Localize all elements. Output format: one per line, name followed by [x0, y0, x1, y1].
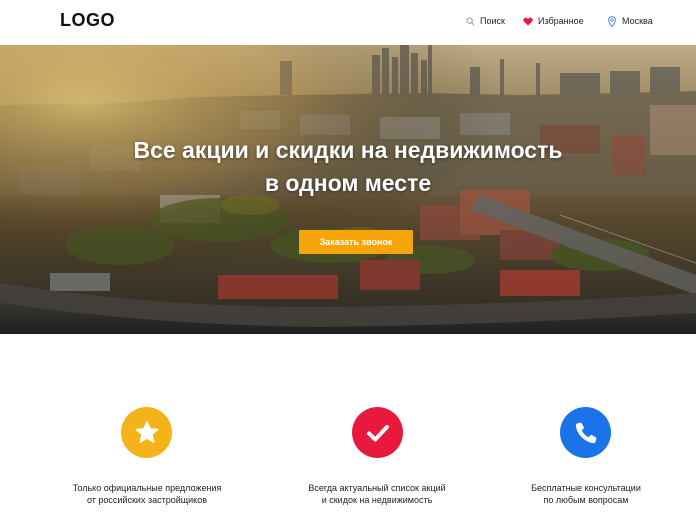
- nav-city-label: Москва: [622, 16, 653, 26]
- feature-caption-line2: и скидок на недвижимость: [321, 495, 433, 505]
- feature-caption: Всегда актуальный список акций и скидок …: [267, 482, 487, 506]
- feature-caption-line2: по любым вопросам: [543, 495, 629, 505]
- nav-search-link[interactable]: Поиск: [464, 14, 505, 28]
- check-icon: [366, 424, 389, 441]
- request-call-button[interactable]: Заказать звонок: [299, 230, 413, 254]
- nav-city-selector[interactable]: Москва: [606, 14, 653, 28]
- features-section: Только официальные предложения от россий…: [0, 334, 696, 517]
- logo[interactable]: LOGO: [60, 10, 115, 31]
- search-icon: [464, 15, 476, 27]
- feature-caption: Только официальные предложения от россий…: [37, 482, 257, 506]
- feature-icon-circle: [121, 407, 172, 458]
- heart-icon: [522, 15, 534, 27]
- nav-favorites-link[interactable]: Избранное: [522, 14, 584, 28]
- feature-icon-circle: [560, 407, 611, 458]
- feature-caption: Бесплатные консультации по любым вопроса…: [476, 482, 696, 506]
- feature-caption-line1: Всегда актуальный список акций: [308, 483, 446, 493]
- feature-caption-line1: Бесплатные консультации: [531, 483, 641, 493]
- phone-icon: [575, 422, 596, 443]
- site-header: LOGO Поиск Избранное Москва: [0, 0, 696, 45]
- feature-caption-line2: от российских застройщиков: [86, 495, 207, 505]
- hero-title-line1: Все акции и скидки на недвижимость: [133, 137, 563, 163]
- hero-title-line2: в одном месте: [264, 170, 432, 196]
- hero-banner: Все акции и скидки на недвижимость в одн…: [0, 45, 696, 334]
- nav-favorites-label: Избранное: [538, 16, 584, 26]
- hero-title: Все акции и скидки на недвижимость в одн…: [0, 134, 696, 200]
- star-icon: [135, 421, 158, 443]
- feature-icon-circle: [352, 407, 403, 458]
- nav-search-label: Поиск: [480, 16, 505, 26]
- map-pin-icon: [606, 15, 618, 27]
- feature-caption-line1: Только официальные предложения: [72, 483, 222, 493]
